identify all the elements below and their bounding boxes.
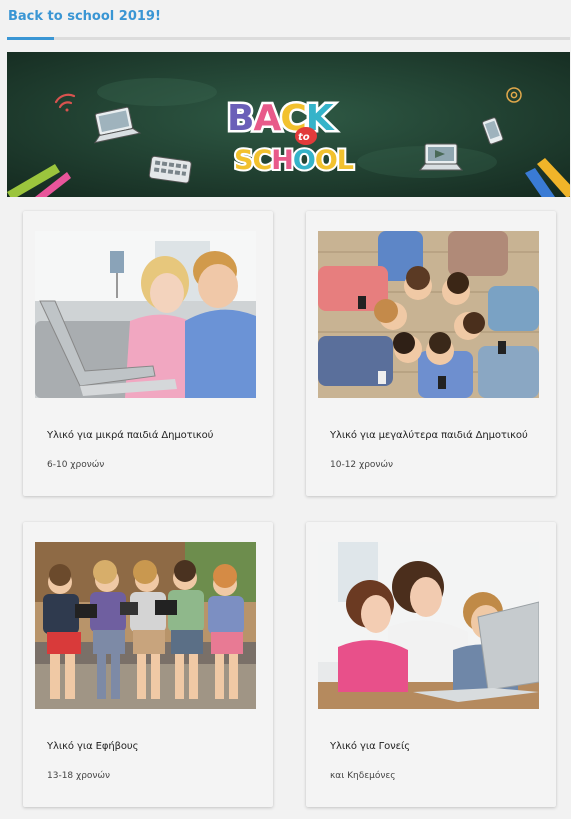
card-parents[interactable]: Υλικό για Γονείς και Κηδεμόνες	[306, 522, 556, 807]
card-image[interactable]	[318, 231, 539, 398]
card-title[interactable]: Υλικό για μικρά παιδιά Δημοτικού	[47, 430, 213, 441]
card-teens[interactable]: Υλικό για Εφήβους 13-18 χρονών	[23, 522, 273, 807]
card-title[interactable]: Υλικό για μεγαλύτερα παιδιά Δημοτικού	[330, 430, 528, 441]
page-title: Back to school 2019!	[8, 9, 161, 24]
card-subtitle: 13-18 χρονών	[47, 771, 111, 781]
card-image[interactable]	[318, 542, 539, 709]
card-older-primary[interactable]: Υλικό για μεγαλύτερα παιδιά Δημοτικού 10…	[306, 211, 556, 496]
card-title[interactable]: Υλικό για Γονείς	[330, 741, 410, 752]
title-divider	[7, 37, 570, 40]
card-subtitle: 6-10 χρονών	[47, 460, 105, 470]
svg-text:BACK: BACK	[227, 98, 335, 139]
svg-text:to: to	[298, 132, 310, 143]
title-divider-accent	[7, 37, 54, 40]
card-young-primary[interactable]: Υλικό για μικρά παιδιά Δημοτικού 6-10 χρ…	[23, 211, 273, 496]
card-image[interactable]	[35, 231, 256, 398]
parent-children-laptop-photo	[318, 542, 539, 709]
teens-bench-photo	[35, 542, 256, 709]
chalkboard-illustration: BACK BACK to SCHOOL SCHOOL	[7, 52, 570, 197]
card-title[interactable]: Υλικό για Εφήβους	[47, 741, 138, 752]
card-subtitle: και Κηδεμόνες	[330, 771, 396, 781]
children-laptop-photo	[35, 231, 256, 398]
children-circle-photo	[318, 231, 539, 398]
laptop-icon	[418, 143, 464, 171]
card-image[interactable]	[35, 542, 256, 709]
svg-text:SCHOOL: SCHOOL	[234, 145, 354, 176]
card-subtitle: 10-12 χρονών	[330, 460, 394, 470]
hero-banner: BACK BACK to SCHOOL SCHOOL	[7, 52, 570, 197]
